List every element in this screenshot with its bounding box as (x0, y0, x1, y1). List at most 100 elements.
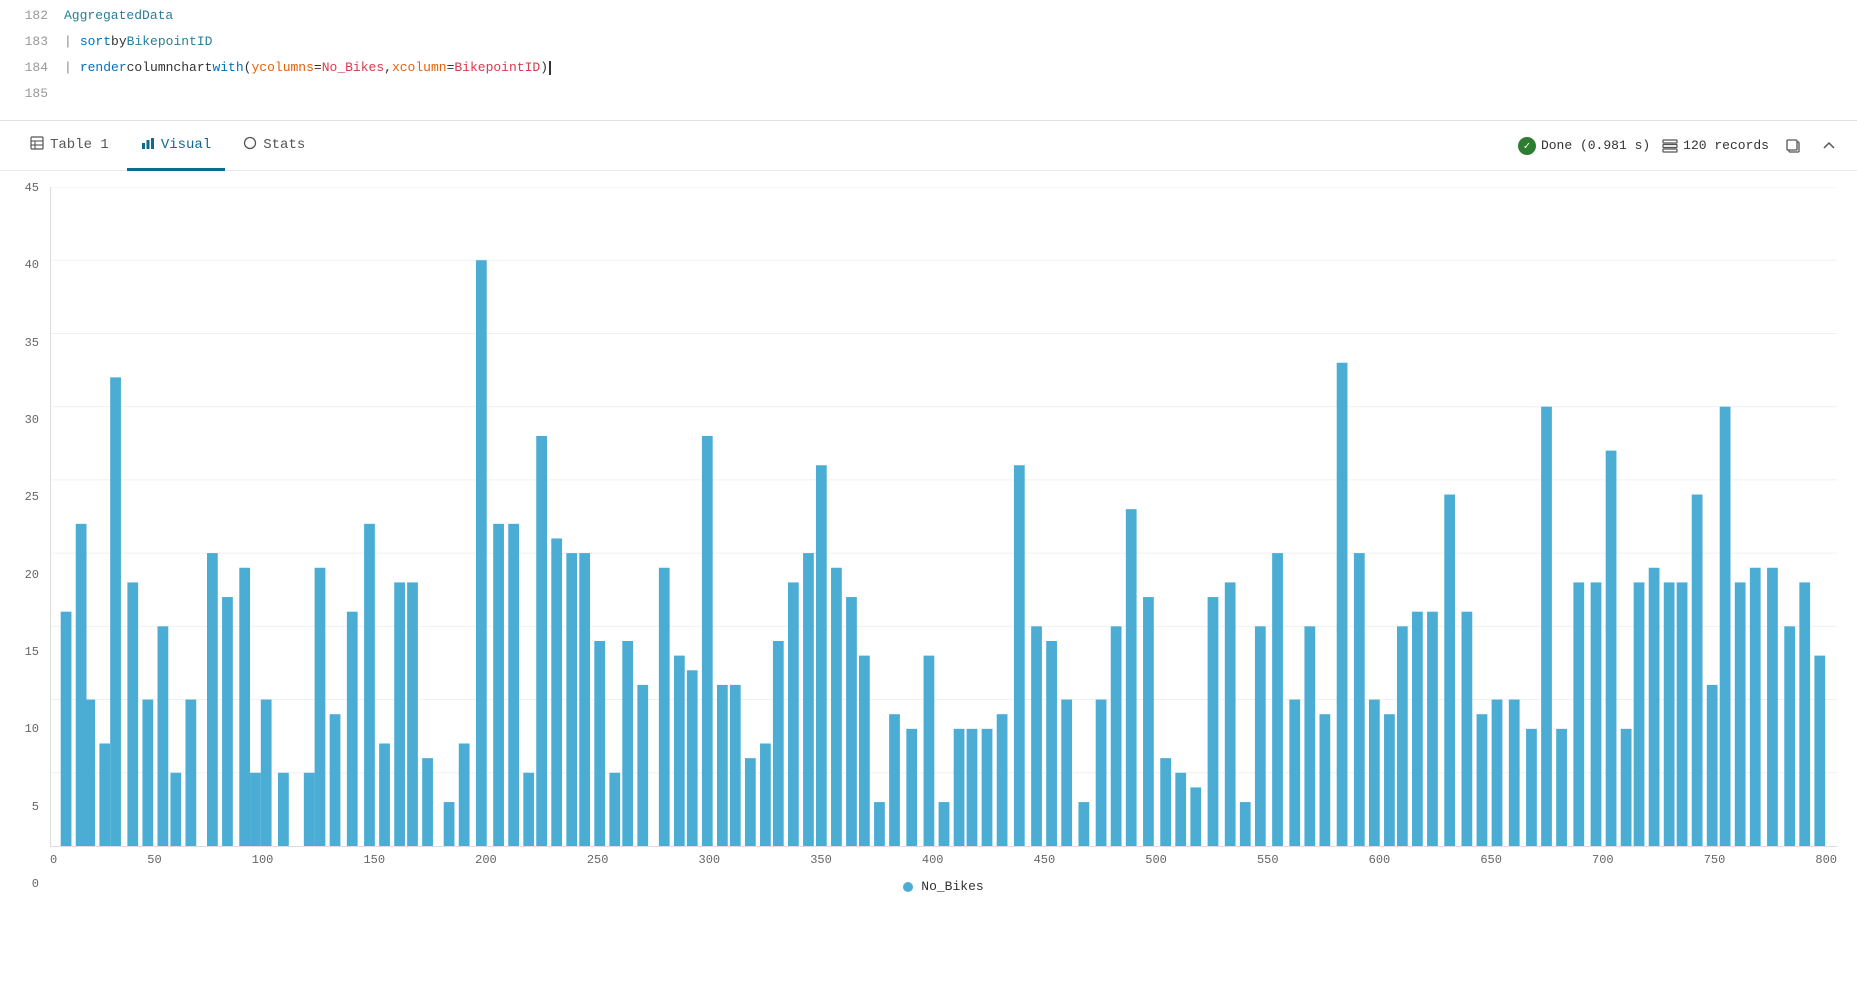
x-axis-label: 650 (1480, 853, 1502, 867)
legend-dot (903, 882, 913, 892)
y-axis-label: 0 (32, 877, 39, 891)
copy-button[interactable] (1781, 134, 1805, 158)
bar (1304, 626, 1315, 846)
bar (997, 714, 1008, 846)
x-axis-label: 300 (699, 853, 721, 867)
y-axis-label: 35 (25, 336, 39, 350)
collapse-button[interactable] (1817, 134, 1841, 158)
bar (127, 582, 138, 846)
tab-visual[interactable]: Visual (127, 122, 225, 171)
bar (730, 685, 741, 846)
code-line: 184| render columnchart with (ycolumns=N… (0, 60, 1857, 86)
code-content: | sort by BikepointID (64, 34, 212, 49)
chart-plot (50, 187, 1837, 847)
bar (846, 597, 857, 846)
bar (1427, 612, 1438, 846)
tab-stats[interactable]: Stats (229, 122, 319, 171)
code-content: | render columnchart with (ycolumns=No_B… (64, 60, 551, 75)
bar (1556, 729, 1567, 846)
tabs-bar: Table 1VisualStats ✓ Done (0.981 s) 120 … (0, 121, 1857, 171)
bar (207, 553, 218, 846)
y-axis-label: 40 (25, 258, 39, 272)
bar (1492, 700, 1503, 846)
tab-table1[interactable]: Table 1 (16, 122, 123, 171)
status-done: ✓ Done (0.981 s) (1518, 137, 1650, 155)
bar (1190, 787, 1201, 846)
bar (1078, 802, 1089, 846)
bar (659, 568, 670, 846)
y-axis-label: 20 (25, 568, 39, 582)
bar (1272, 553, 1283, 846)
bar (347, 612, 358, 846)
bar (1160, 758, 1171, 846)
bar (1677, 582, 1688, 846)
code-token: by (111, 34, 127, 49)
code-token: ( (244, 60, 252, 75)
bar (637, 685, 648, 846)
bar (1111, 626, 1122, 846)
bar (142, 700, 153, 846)
bar (508, 524, 519, 846)
done-label: Done (0.981 s) (1541, 138, 1650, 153)
line-number: 185 (8, 86, 48, 101)
bar (1692, 495, 1703, 846)
x-axis-label: 600 (1369, 853, 1391, 867)
bar (1126, 509, 1137, 846)
chart-container: 051015202530354045 050100150200250300350… (0, 171, 1857, 971)
x-axis-label: 500 (1145, 853, 1167, 867)
bar (170, 773, 181, 846)
stats-icon (243, 136, 257, 155)
bar (982, 729, 993, 846)
bar (364, 524, 375, 846)
x-axis-label: 200 (475, 853, 497, 867)
bar (1799, 582, 1810, 846)
code-token: sort (80, 34, 111, 49)
x-axis-label: 400 (922, 853, 944, 867)
x-axis-label: 350 (810, 853, 832, 867)
records-icon (1662, 138, 1678, 154)
code-content: AggregatedData (64, 8, 173, 23)
code-line: 185 (0, 86, 1857, 112)
bar (459, 743, 470, 846)
bar (594, 641, 605, 846)
bar (566, 553, 577, 846)
bar (717, 685, 728, 846)
y-axis-label: 30 (25, 413, 39, 427)
bar (1573, 582, 1584, 846)
code-token: ) (540, 60, 548, 75)
tabs-left: Table 1VisualStats (16, 121, 319, 170)
bar (1354, 553, 1365, 846)
done-check-icon: ✓ (1518, 137, 1536, 155)
bar (1767, 568, 1778, 846)
bar (967, 729, 978, 846)
bar (422, 758, 433, 846)
code-line: 182AggregatedData (0, 8, 1857, 34)
bar (745, 758, 756, 846)
tabs-right: ✓ Done (0.981 s) 120 records (1518, 134, 1841, 158)
bar (1208, 597, 1219, 846)
bar (1240, 802, 1251, 846)
cursor (549, 61, 551, 75)
bar (1664, 582, 1675, 846)
bar (622, 641, 633, 846)
bar (803, 553, 814, 846)
bar (110, 377, 121, 846)
code-editor-section: 182AggregatedData183| sort by BikepointI… (0, 0, 1857, 121)
x-axis-label: 100 (252, 853, 274, 867)
bar (394, 582, 405, 846)
bar (261, 700, 272, 846)
bar (1397, 626, 1408, 846)
bar (1143, 597, 1154, 846)
bar (1061, 700, 1072, 846)
bar (674, 656, 685, 846)
bar (1735, 582, 1746, 846)
bar (1541, 407, 1552, 846)
bar (1462, 612, 1473, 846)
bar (158, 626, 169, 846)
bar (1750, 568, 1761, 846)
bar (1369, 700, 1380, 846)
bar (702, 436, 713, 846)
bar (476, 260, 487, 846)
bar (523, 773, 534, 846)
bars-chart (51, 187, 1837, 846)
